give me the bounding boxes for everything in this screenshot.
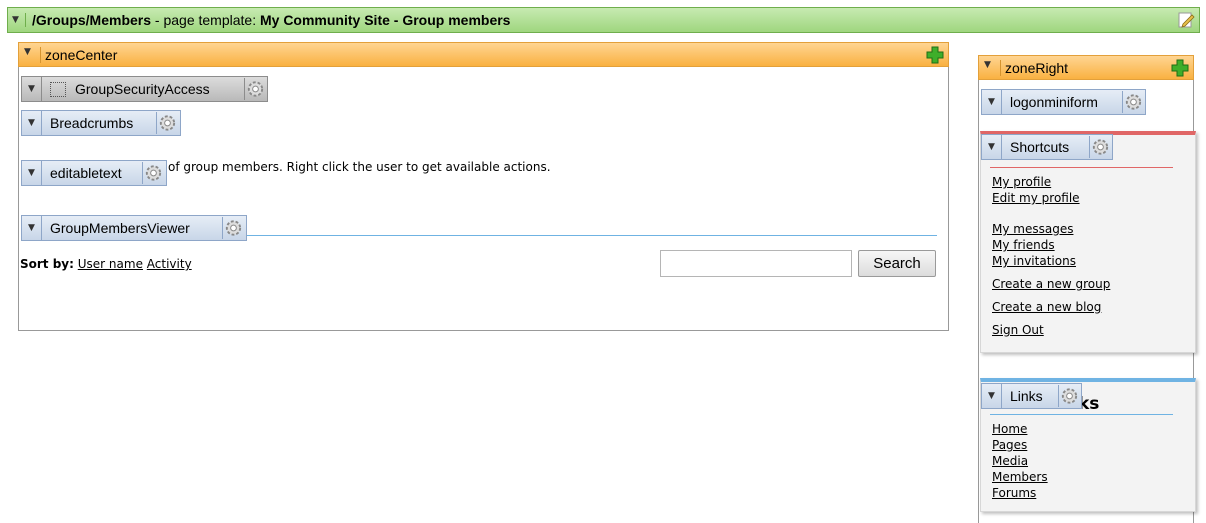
shortcut-edit-profile[interactable]: Edit my profile (992, 191, 1080, 205)
link-forums[interactable]: Forums (992, 486, 1036, 500)
search-button[interactable]: Search (858, 250, 936, 277)
sort-label: Sort by: (20, 257, 74, 271)
collapse-arrow-icon[interactable]: ▼ (982, 384, 1002, 408)
collapse-arrow-icon[interactable]: ▼ (12, 13, 26, 27)
members-viewer-divider (240, 235, 937, 236)
shortcuts-divider (990, 167, 1173, 168)
shortcut-sign-out[interactable]: Sign Out (992, 323, 1044, 337)
gear-icon[interactable] (244, 78, 266, 100)
add-webpart-icon[interactable] (1170, 58, 1190, 78)
template-name: My Community Site - Group members (259, 12, 511, 28)
link-home[interactable]: Home (992, 422, 1027, 436)
shortcut-create-group[interactable]: Create a new group (992, 277, 1110, 291)
edit-page-icon[interactable] (1177, 11, 1195, 29)
webpart-label: GroupSecurityAccess (75, 81, 210, 97)
webpart-label: GroupMembersViewer (50, 220, 190, 236)
gear-icon[interactable] (1122, 91, 1144, 113)
collapse-arrow-icon[interactable]: ▼ (22, 216, 42, 240)
webpart-breadcrumbs[interactable]: ▼ Breadcrumbs (21, 110, 181, 136)
gear-icon[interactable] (222, 217, 244, 239)
links-divider (990, 414, 1173, 415)
group-members-description: of group members. Right click the user t… (168, 160, 551, 174)
gear-icon[interactable] (142, 162, 164, 184)
placeholder-box-icon (50, 82, 66, 97)
zone-center-header: ▼ zoneCenter (18, 42, 949, 67)
page-template-title: /Groups/Members - page template: My Comm… (32, 12, 510, 28)
gear-icon[interactable] (156, 112, 178, 134)
add-webpart-icon[interactable] (925, 45, 945, 65)
webpart-label: editabletext (50, 165, 122, 181)
collapse-arrow-icon[interactable]: ▼ (984, 60, 991, 70)
webpart-label: Shortcuts (1010, 139, 1070, 155)
collapse-arrow-icon[interactable]: ▼ (24, 47, 31, 57)
page-template-bar: ▼ /Groups/Members - page template: My Co… (7, 7, 1200, 33)
zone-center-label: zoneCenter (40, 47, 117, 63)
sort-user-name-link[interactable]: User name (78, 257, 143, 271)
sort-activity-link[interactable]: Activity (147, 257, 192, 271)
webpart-label: Links (1010, 388, 1043, 404)
collapse-arrow-icon[interactable]: ▼ (22, 77, 42, 101)
collapse-arrow-icon[interactable]: ▼ (982, 90, 1002, 114)
webpart-logonminiform[interactable]: ▼ logonminiform (981, 89, 1146, 115)
zone-right-label: zoneRight (1000, 60, 1068, 76)
page-path: /Groups/Members (32, 12, 152, 28)
webpart-group-members-viewer[interactable]: ▼ GroupMembersViewer (21, 215, 247, 241)
shortcut-my-friends[interactable]: My friends (992, 238, 1055, 252)
webpart-label: Breadcrumbs (50, 115, 134, 131)
search-input[interactable] (660, 250, 852, 277)
webpart-label: logonminiform (1010, 94, 1098, 110)
collapse-arrow-icon[interactable]: ▼ (22, 161, 42, 185)
webpart-links[interactable]: ▼ Links (981, 383, 1082, 409)
sort-bar: Sort by: User name Activity (20, 257, 192, 271)
shortcut-my-invitations[interactable]: My invitations (992, 254, 1076, 268)
gear-icon[interactable] (1089, 136, 1111, 158)
shortcut-create-blog[interactable]: Create a new blog (992, 300, 1101, 314)
shortcut-my-profile[interactable]: My profile (992, 175, 1051, 189)
collapse-arrow-icon[interactable]: ▼ (982, 135, 1002, 159)
link-media[interactable]: Media (992, 454, 1028, 468)
webpart-group-security-access[interactable]: ▼ GroupSecurityAccess (21, 76, 268, 102)
webpart-editabletext[interactable]: ▼ editabletext (21, 160, 167, 186)
link-pages[interactable]: Pages (992, 438, 1027, 452)
gear-icon[interactable] (1058, 385, 1080, 407)
link-members[interactable]: Members (992, 470, 1048, 484)
zone-right-header: ▼ zoneRight (978, 55, 1194, 80)
webpart-shortcuts[interactable]: ▼ Shortcuts (981, 134, 1113, 160)
collapse-arrow-icon[interactable]: ▼ (22, 111, 42, 135)
shortcut-my-messages[interactable]: My messages (992, 222, 1073, 236)
template-separator: - page template: (151, 12, 260, 28)
